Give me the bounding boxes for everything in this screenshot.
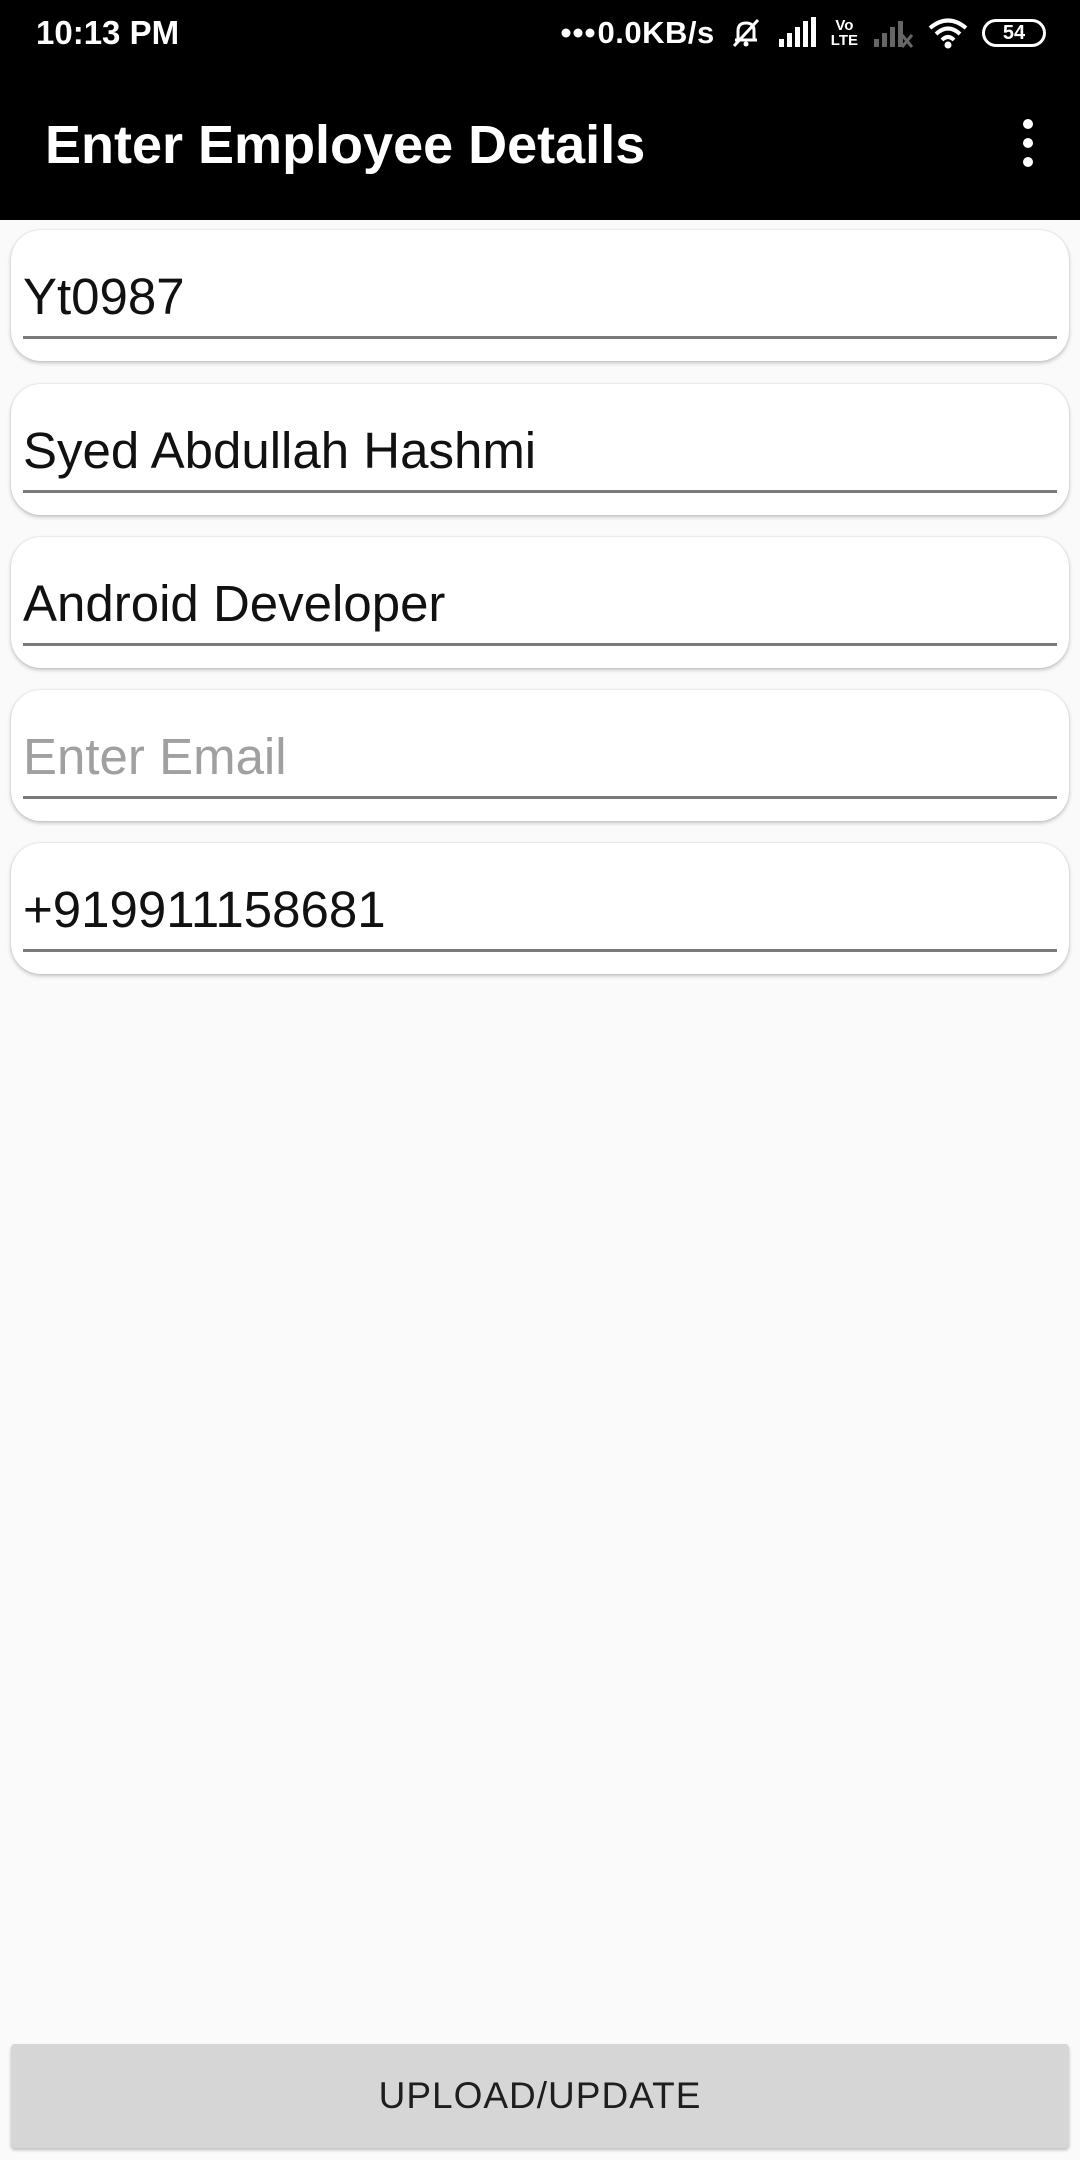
page-title: Enter Employee Details: [45, 115, 646, 175]
status-bar: 10:13 PM 0.0KB/s Vo LTE 54: [0, 0, 1080, 66]
battery-icon: 54: [982, 19, 1046, 47]
signal-no-sim-icon: [874, 21, 914, 48]
designation-card: Android Developer: [11, 537, 1069, 668]
email-field[interactable]: Enter Email: [23, 719, 1057, 799]
employee-id-field[interactable]: Yt0987: [23, 259, 1057, 339]
overflow-menu-icon[interactable]: [1006, 110, 1050, 176]
upload-update-button[interactable]: UPLOAD/UPDATE: [11, 2044, 1069, 2148]
phone-field[interactable]: +919911158681: [23, 872, 1057, 952]
email-card: Enter Email: [11, 690, 1069, 821]
phone-card: +919911158681: [11, 843, 1069, 974]
status-time: 10:13 PM: [36, 14, 180, 51]
employee-id-card: Yt0987: [11, 230, 1069, 361]
volte-top-label: Vo: [835, 17, 854, 34]
designation-field[interactable]: Android Developer: [23, 566, 1057, 646]
battery-level: 54: [1002, 21, 1026, 44]
name-field[interactable]: Syed Abdullah Hashmi: [23, 413, 1057, 493]
volte-icon: Vo LTE: [831, 18, 858, 48]
mute-bell-icon: [732, 18, 759, 48]
name-card: Syed Abdullah Hashmi: [11, 384, 1069, 515]
dots-icon: [561, 28, 595, 38]
volte-bottom-label: LTE: [830, 32, 858, 49]
wifi-icon: [928, 18, 968, 49]
signal-icon: [778, 17, 816, 47]
status-icons: 0.0KB/s Vo LTE 54: [560, 10, 1046, 56]
net-speed: 0.0KB/s: [597, 15, 715, 50]
app-bar: Enter Employee Details: [0, 66, 1080, 220]
